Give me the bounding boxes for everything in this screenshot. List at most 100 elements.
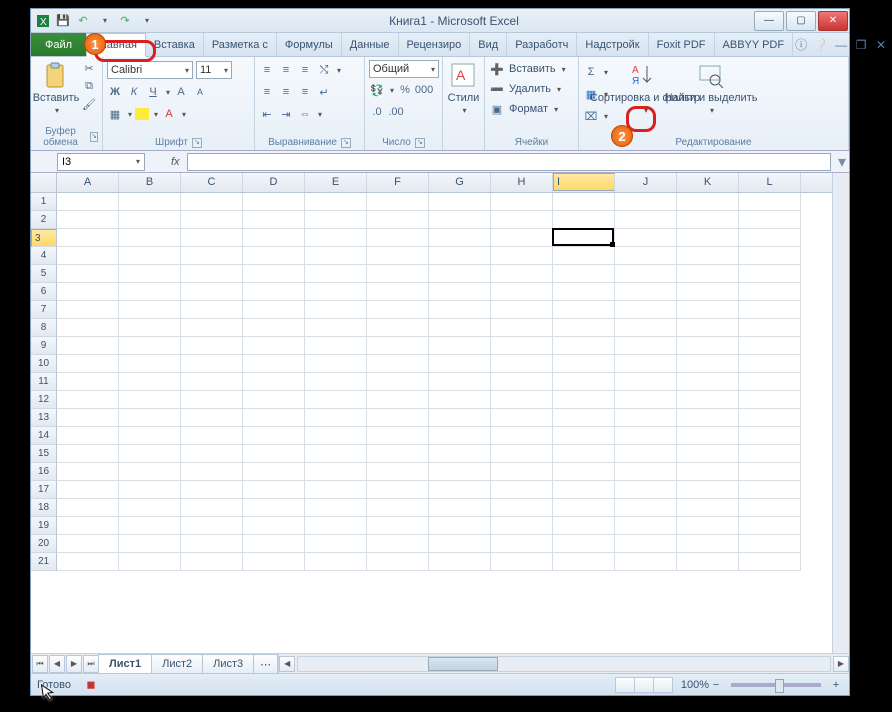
cell[interactable] <box>615 193 677 211</box>
find-select-button[interactable]: Найти и выделить▾ <box>682 60 740 115</box>
row-header[interactable]: 12 <box>31 391 57 409</box>
accounting-dropdown[interactable]: ▾ <box>390 86 394 95</box>
align-right-icon[interactable]: ≡ <box>297 84 313 100</box>
cell[interactable] <box>181 211 243 229</box>
cell[interactable] <box>181 247 243 265</box>
column-header[interactable]: E <box>305 173 367 192</box>
cell[interactable] <box>615 211 677 229</box>
row-header[interactable]: 2 <box>31 211 57 229</box>
cell[interactable] <box>243 247 305 265</box>
cell[interactable] <box>677 193 739 211</box>
row-header[interactable]: 7 <box>31 301 57 319</box>
cell[interactable] <box>429 373 491 391</box>
bold-button[interactable]: Ж <box>107 84 123 100</box>
cell[interactable] <box>57 337 119 355</box>
row-header[interactable]: 14 <box>31 427 57 445</box>
cell[interactable] <box>739 319 801 337</box>
expand-formula-bar-icon[interactable]: ▾ <box>835 152 849 172</box>
cell[interactable] <box>739 373 801 391</box>
cell[interactable] <box>243 445 305 463</box>
cell[interactable] <box>243 409 305 427</box>
merge-center-icon[interactable]: ⇔ <box>297 106 313 122</box>
cell[interactable] <box>305 247 367 265</box>
name-box[interactable]: I3▾ <box>57 153 145 171</box>
cell[interactable] <box>739 463 801 481</box>
border-dropdown[interactable]: ▾ <box>128 110 132 119</box>
cell[interactable] <box>491 319 553 337</box>
cell[interactable] <box>57 301 119 319</box>
cell[interactable] <box>181 409 243 427</box>
cell[interactable] <box>739 337 801 355</box>
cell[interactable] <box>181 301 243 319</box>
row-header[interactable]: 18 <box>31 499 57 517</box>
cells-format-button[interactable]: ▣Формат▾ <box>489 100 558 118</box>
ribbon-tab-9[interactable]: Foxit PDF <box>649 33 715 56</box>
cell[interactable] <box>367 463 429 481</box>
cell[interactable] <box>367 373 429 391</box>
cell[interactable] <box>119 283 181 301</box>
row-header[interactable]: 9 <box>31 337 57 355</box>
cell[interactable] <box>615 463 677 481</box>
ribbon-tab-3[interactable]: Формулы <box>277 33 342 56</box>
cell[interactable] <box>429 553 491 571</box>
sheet-nav-prev[interactable]: ◀ <box>49 655 65 673</box>
cell[interactable] <box>429 445 491 463</box>
cell[interactable] <box>429 337 491 355</box>
cell[interactable] <box>119 265 181 283</box>
cell[interactable] <box>367 535 429 553</box>
font-size-select[interactable]: 11▾ <box>196 61 232 79</box>
cell[interactable] <box>491 427 553 445</box>
fx-icon[interactable]: fx <box>171 156 187 168</box>
column-header[interactable]: D <box>243 173 305 192</box>
sheet-tab[interactable]: Лист1 <box>98 654 152 673</box>
cell[interactable] <box>243 391 305 409</box>
column-header[interactable]: C <box>181 173 243 192</box>
sheet-tab[interactable]: Лист2 <box>151 654 203 673</box>
paste-button[interactable]: Вставить ▾ <box>35 60 77 115</box>
row-header[interactable]: 4 <box>31 247 57 265</box>
cell[interactable] <box>553 229 615 247</box>
cell[interactable] <box>119 355 181 373</box>
view-pagebreak-button[interactable] <box>653 677 673 693</box>
cell[interactable] <box>553 283 615 301</box>
zoom-slider[interactable] <box>731 683 821 687</box>
cell[interactable] <box>181 373 243 391</box>
cell[interactable] <box>553 391 615 409</box>
new-sheet-button[interactable]: ⋯ <box>253 654 278 673</box>
cell[interactable] <box>553 535 615 553</box>
cell[interactable] <box>553 481 615 499</box>
fill-color-dropdown[interactable]: ▾ <box>154 110 158 119</box>
font-color-button[interactable]: A <box>161 106 177 122</box>
cell[interactable] <box>57 463 119 481</box>
cell[interactable] <box>491 481 553 499</box>
zoom-value[interactable]: 100% <box>681 679 709 691</box>
cell[interactable] <box>615 391 677 409</box>
ribbon-tab-7[interactable]: Разработч <box>507 33 577 56</box>
cells-delete-button[interactable]: ➖Удалить▾ <box>489 80 561 98</box>
cell[interactable] <box>615 337 677 355</box>
ribbon-tab-10[interactable]: ABBYY PDF <box>715 33 794 56</box>
cell[interactable] <box>739 211 801 229</box>
cell[interactable] <box>367 247 429 265</box>
minimize-ribbon-icon[interactable]: ⓘ <box>793 37 809 53</box>
row-header[interactable]: 10 <box>31 355 57 373</box>
alignment-dialog-launcher[interactable]: ↘ <box>341 138 351 148</box>
cell[interactable] <box>615 301 677 319</box>
cell[interactable] <box>615 481 677 499</box>
cell[interactable] <box>243 283 305 301</box>
cell[interactable] <box>243 229 305 247</box>
cell[interactable] <box>367 265 429 283</box>
font-dialog-launcher[interactable]: ↘ <box>192 138 202 148</box>
percent-format-icon[interactable]: % <box>397 82 413 98</box>
cell[interactable] <box>491 445 553 463</box>
cell[interactable] <box>367 211 429 229</box>
mdi-restore-icon[interactable]: ❐ <box>853 37 869 53</box>
cell[interactable] <box>57 427 119 445</box>
cell[interactable] <box>305 535 367 553</box>
cell[interactable] <box>491 211 553 229</box>
cell[interactable] <box>429 319 491 337</box>
ribbon-tab-8[interactable]: Надстройк <box>577 33 648 56</box>
cell[interactable] <box>739 517 801 535</box>
cell[interactable] <box>181 445 243 463</box>
cell[interactable] <box>615 553 677 571</box>
